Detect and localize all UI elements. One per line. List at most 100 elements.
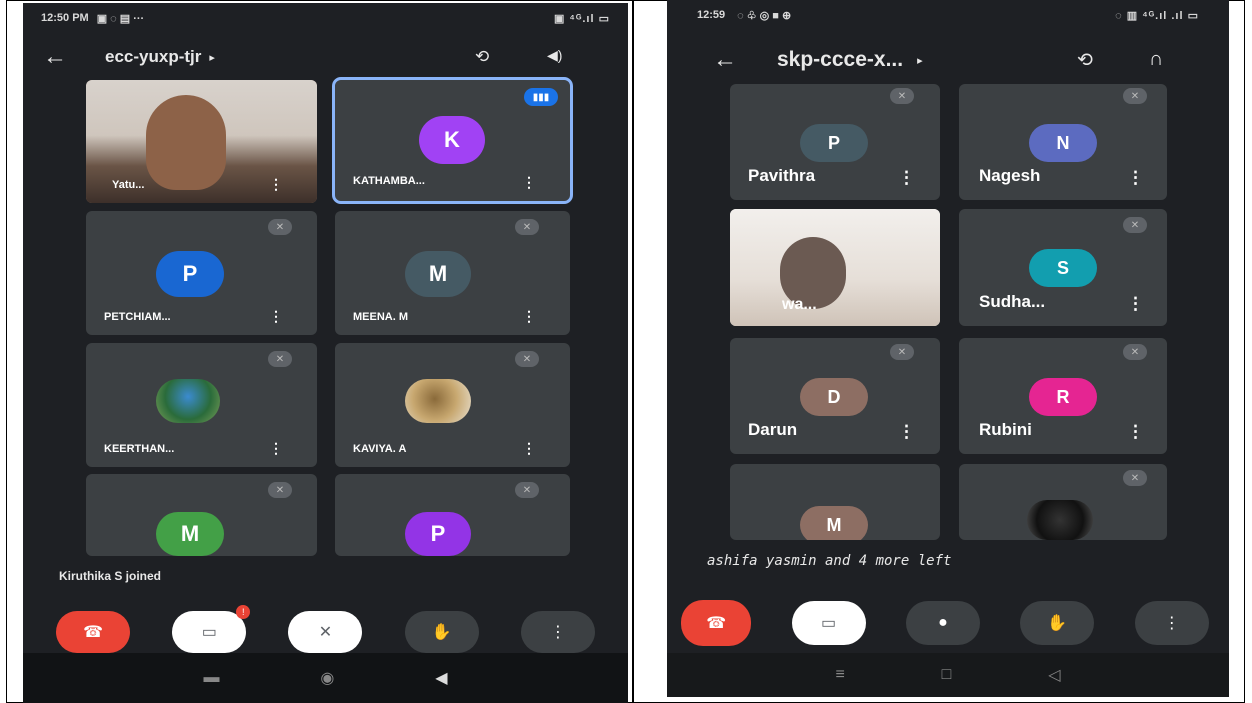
more-options-icon[interactable]: ⋮ [269,440,283,457]
nav-square-icon[interactable]: □ [942,666,952,684]
participant-name: Sudha... [979,292,1046,311]
mic-off-icon: ✕ [268,482,292,498]
hang-up-button[interactable]: ☎ [681,600,752,646]
participant-name: KEERTHAN... [104,443,175,455]
mic-off-icon: ✕ [318,624,333,641]
more-options-button[interactable]: ⋮ [1134,601,1209,645]
raise-hand-button[interactable]: ✋ [404,611,479,653]
camera-off-icon: ▭ [821,615,837,632]
back-arrow-icon[interactable]: ← [43,43,67,71]
camera-toggle-button[interactable]: ▭! [172,605,251,653]
caret-icon[interactable]: ▸ [209,51,215,64]
avatar: M [405,251,471,297]
more-icon: ⋮ [549,624,566,641]
participant-tile[interactable]: ✕ M MEENA. M ⋮ [335,211,570,335]
participant-name: Darun [748,420,798,439]
participant-tile[interactable]: ✕ N Nagesh ⋮ [959,84,1167,200]
more-options-icon[interactable]: ⋮ [1127,294,1144,314]
participant-tile[interactable]: ✕ S Sudha... ⋮ [959,209,1167,326]
participant-name: wa... [782,296,817,313]
participant-tile[interactable]: ✕ KAVIYA. A ⋮ [335,343,570,467]
more-options-icon[interactable]: ⋮ [269,176,283,193]
profile-photo [405,379,471,423]
mic-off-icon: ✕ [268,351,292,367]
participant-tile[interactable]: ✕ KEERTHAN... ⋮ [86,343,317,467]
avatar: P [405,512,471,556]
hang-up-icon: ☎ [706,615,727,632]
mic-button[interactable]: ● [905,601,980,645]
nav-home-icon[interactable]: ▬ [203,669,219,687]
caret-icon[interactable]: ▸ [917,54,923,67]
avatar: R [1029,378,1097,416]
status-icons-left: ◌ ♧ ◎ ■ ⊕ [737,9,792,22]
hang-up-button[interactable]: ☎ [56,611,131,653]
participant-tile[interactable]: ✕ R Rubini ⋮ [959,338,1167,454]
back-arrow-icon[interactable]: ← [713,46,737,74]
avatar: S [1029,249,1097,287]
more-options-icon[interactable]: ⋮ [1127,422,1144,442]
nav-back-icon[interactable]: ◀ [435,668,447,688]
status-icons-right: ◌ ▥ ⁴ᴳ.ıl .ıl ▭ [1115,9,1199,22]
speaking-indicator-icon: ▮▮▮ [524,88,558,106]
mic-toggle-button[interactable]: ✕ [288,611,363,653]
raise-hand-button[interactable]: ✋ [1020,601,1095,645]
meeting-code[interactable]: skp-ccce-x... [777,48,903,72]
nav-back-icon[interactable]: ◁ [1048,665,1060,685]
alert-badge: ! [236,605,251,619]
more-options-icon[interactable]: ⋮ [898,422,915,442]
meeting-code[interactable]: ecc-yuxp-tjr [105,47,201,67]
meeting-header: ← ecc-yuxp-tjr ▸ ⟲ ◀) [23,35,628,79]
participant-name: Yatu... [112,179,145,191]
more-options-icon[interactable]: ⋮ [1127,168,1144,188]
more-options-icon[interactable]: ⋮ [522,440,536,457]
participant-tile[interactable]: ✕ D Darun ⋮ [730,338,940,454]
avatar: P [156,251,224,297]
join-toast: Kiruthika S joined [59,569,162,583]
mic-off-icon: ✕ [1123,88,1147,104]
right-phone-screen: 12:59 ◌ ♧ ◎ ■ ⊕ ◌ ▥ ⁴ᴳ.ıl .ıl ▭ ← skp-cc… [667,0,1229,697]
avatar: N [1029,124,1097,162]
mic-off-icon: ✕ [1123,470,1147,486]
participant-tile[interactable]: ✕ P Pavithra ⋮ [730,84,940,200]
participant-tile-speaking[interactable]: ▮▮▮ K KATHAMBA... ⋮ [332,77,573,204]
status-icons-left: ▣ ◌ ▤ ··· [96,12,145,25]
participant-tile[interactable]: ✕ [959,464,1167,540]
participant-tile[interactable]: M [730,464,940,540]
more-icon: ⋮ [1163,615,1180,632]
speaker-icon[interactable]: ◀) [547,47,562,64]
camera-toggle-button[interactable]: ▭ [791,601,866,645]
participant-tile[interactable]: ✕ P [335,474,570,556]
participant-name: Pavithra [748,166,816,185]
participant-tile-video[interactable]: wa... [730,209,940,326]
camera-flip-icon[interactable]: ⟲ [1077,49,1093,72]
nav-menu-icon[interactable]: ≡ [835,666,844,684]
headphones-icon[interactable]: ∩ [1149,48,1163,71]
participant-name: Nagesh [979,166,1041,185]
more-options-icon[interactable]: ⋮ [522,174,536,191]
profile-photo [156,379,220,423]
profile-photo [1027,500,1093,540]
mic-off-icon: ✕ [890,88,914,104]
mic-off-icon: ✕ [515,482,539,498]
camera-flip-icon[interactable]: ⟲ [475,47,489,67]
hand-icon: ✋ [431,624,452,641]
more-options-icon[interactable]: ⋮ [522,308,536,325]
participant-tile[interactable]: ✕ P PETCHIAM... ⋮ [86,211,317,335]
avatar: D [800,378,868,416]
more-options-button[interactable]: ⋮ [520,611,595,653]
more-options-icon[interactable]: ⋮ [898,168,915,188]
mic-off-icon: ✕ [1123,217,1147,233]
status-bar: 12:50 PM ▣ ◌ ▤ ··· ▣ ⁴ᴳ.ıl ▭ [23,3,628,33]
system-nav-bar: ▬ ◉ ◀ [23,653,628,703]
participant-name: Rubini [979,420,1032,439]
call-controls: ☎ ▭ ● ✋ ⋮ [667,600,1229,646]
participant-name: KATHAMBA... [353,175,425,187]
participant-tile-video[interactable]: Yatu... ⋮ [86,80,317,203]
more-options-icon[interactable]: ⋮ [269,308,283,325]
status-bar: 12:59 ◌ ♧ ◎ ■ ⊕ ◌ ▥ ⁴ᴳ.ıl .ıl ▭ [667,0,1229,30]
left-toast: ashifa yasmin and 4 more left [707,553,952,569]
meeting-header: ← skp-ccce-x... ▸ ⟲ ∩ [667,38,1229,82]
participant-tile[interactable]: ✕ M [86,474,317,556]
avatar: P [800,124,868,162]
nav-circle-icon[interactable]: ◉ [320,668,334,688]
